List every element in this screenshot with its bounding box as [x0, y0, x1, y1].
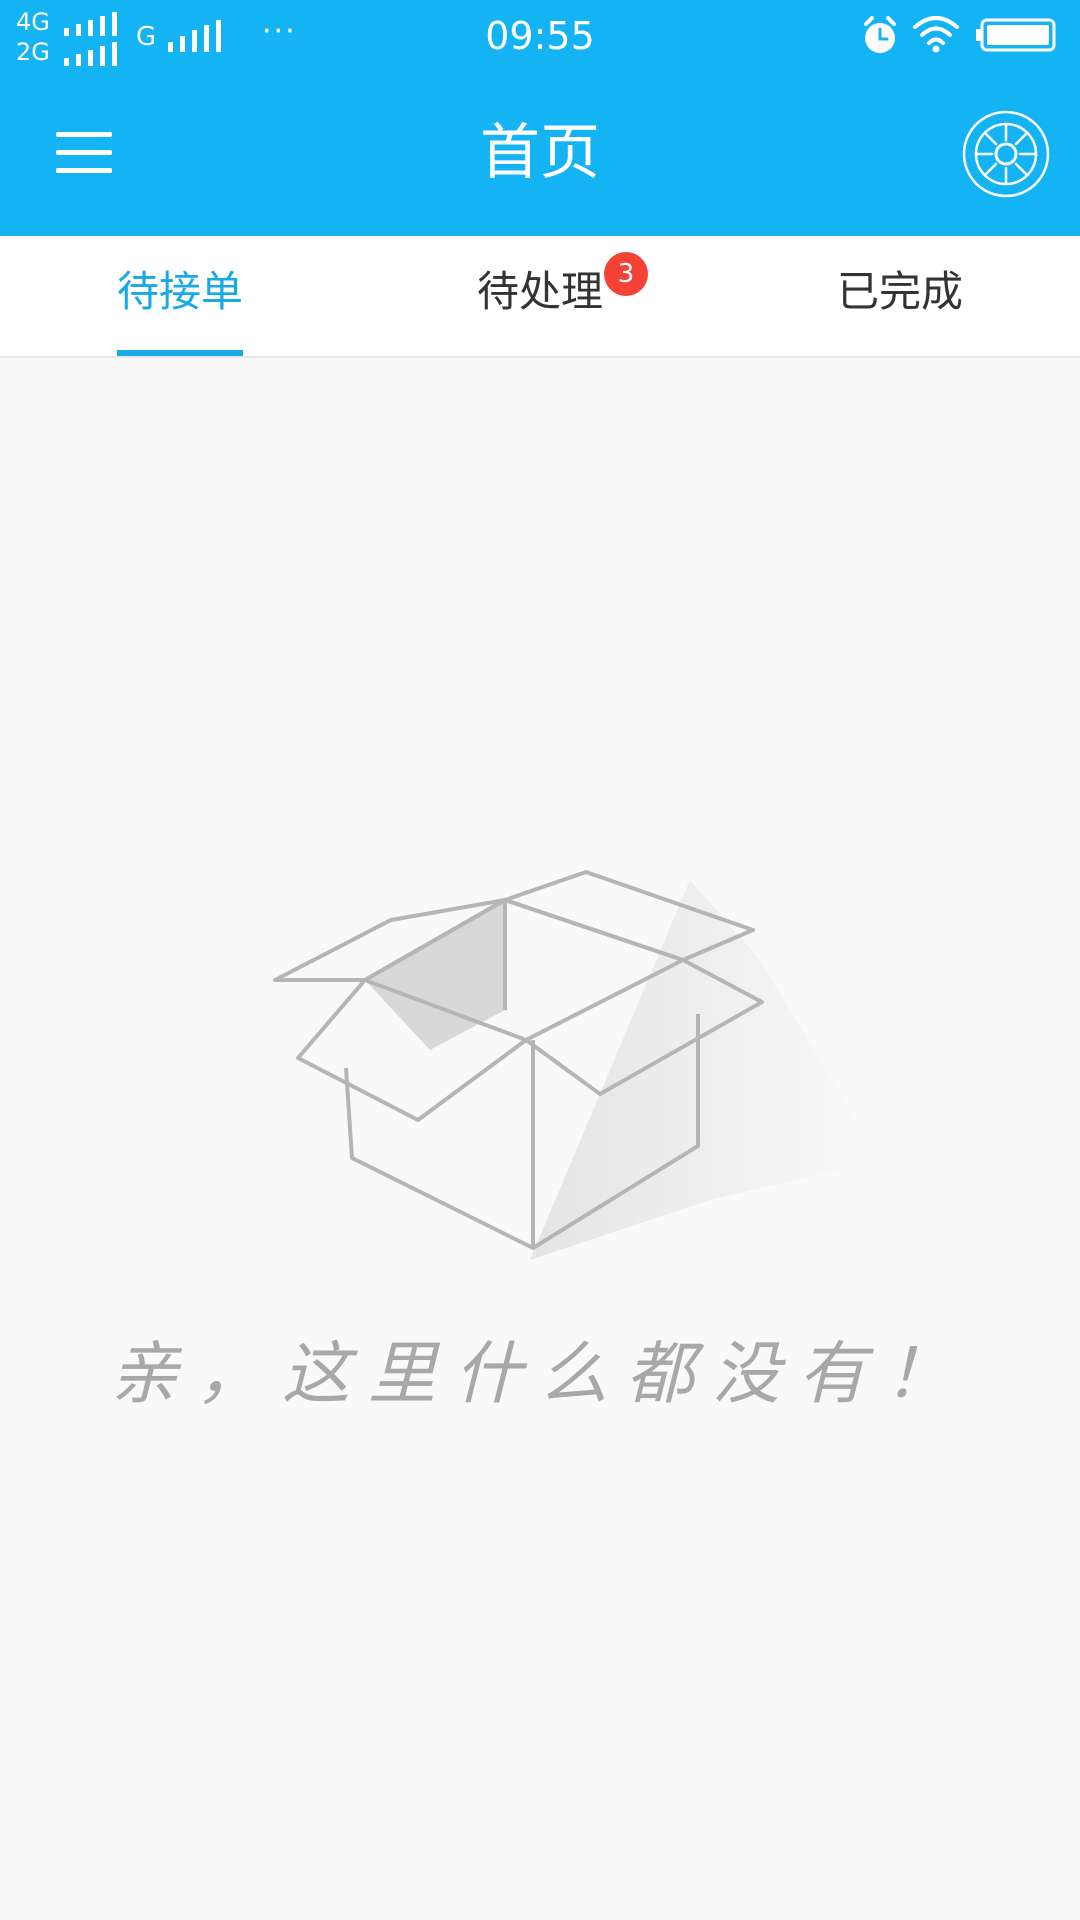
top-bar: 4G 2G G ··· 09:55 首页 — [0, 0, 1080, 236]
app-screen: 4G 2G G ··· 09:55 首页 待接单 待处理 3 已完成 亲，这里什… — [0, 0, 1080, 1920]
count-badge: 3 — [604, 252, 648, 296]
tab-active-indicator — [117, 350, 243, 356]
tab-label: 已完成 — [836, 267, 963, 316]
settings-icon — [962, 110, 1050, 198]
empty-box-icon — [273, 870, 880, 1260]
tab-label: 待处理 — [476, 267, 603, 316]
order-tabs: 待接单 待处理 3 已完成 — [0, 236, 1080, 358]
alarm-icon — [864, 16, 896, 53]
app-header: 首页 — [0, 70, 1080, 236]
page-title: 首页 — [480, 118, 600, 188]
tab-completed[interactable]: 已完成 — [720, 236, 1080, 356]
wifi-icon — [913, 16, 959, 53]
status-icons — [860, 14, 1060, 58]
tab-label: 待接单 — [116, 267, 243, 316]
tab-pending-accept[interactable]: 待接单 — [0, 236, 360, 356]
status-bar: 4G 2G G ··· 09:55 — [0, 0, 1080, 70]
battery-icon — [976, 18, 1056, 52]
empty-state-message: 亲，这里什么都没有！ — [109, 1335, 970, 1414]
tab-pending-process[interactable]: 待处理 3 — [360, 236, 720, 356]
settings-button[interactable] — [962, 110, 1050, 198]
